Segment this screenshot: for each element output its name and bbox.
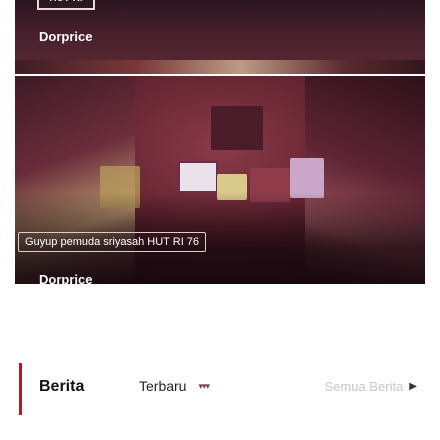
caret-right-icon: ▶	[409, 381, 417, 392]
news-card-title: Dorprice	[39, 29, 93, 44]
news-card[interactable]: Guyup pemuda sriyasah HUT RI 76 Dorprice	[15, 76, 425, 284]
see-all-link[interactable]: Semua Berita ▶	[325, 379, 417, 394]
chevron-down-icon: ▾▾▾	[198, 380, 210, 391]
photo-tile	[178, 161, 218, 193]
news-card-title: Dorprice	[39, 272, 93, 284]
category-bar: Berita Terbaru ▾▾▾ Semua Berita ▶	[15, 360, 425, 415]
news-card[interactable]: HUT RI Dorprice	[15, 0, 425, 74]
card-badge: HUT RI	[37, 0, 95, 10]
photo-tile	[211, 106, 263, 150]
see-all-label: Semua Berita	[324, 379, 404, 394]
category-title: Berita	[39, 378, 85, 395]
sort-dropdown[interactable]: Terbaru ▾▾▾	[139, 378, 210, 394]
sort-label: Terbaru	[139, 378, 187, 394]
card-image-strip	[15, 60, 425, 74]
card-image-banner: Guyup pemuda sriyasah HUT RI 76	[18, 232, 207, 252]
category-accent-bar	[19, 363, 22, 415]
